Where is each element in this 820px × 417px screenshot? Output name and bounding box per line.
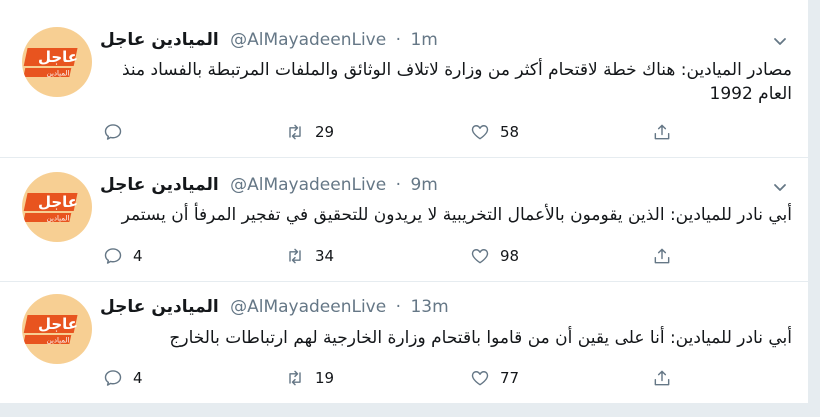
avatar-sub-text: الميادين <box>47 337 70 345</box>
retweet-icon <box>289 370 301 386</box>
retweet-icon <box>289 124 301 140</box>
tweet-card[interactable]: عاجل الميادين الميادين عاجل @AlMayadeenL… <box>0 282 808 403</box>
separator: · <box>395 297 402 317</box>
share-button[interactable] <box>652 244 672 268</box>
reply-count: 4 <box>133 247 143 265</box>
retweet-count: 19 <box>315 369 335 387</box>
reply-button[interactable]: 4 <box>103 244 143 268</box>
mayadeen-logo-icon: عاجل الميادين <box>23 48 78 78</box>
avatar-sub-text: الميادين <box>47 70 70 78</box>
mayadeen-logo-icon: عاجل الميادين <box>23 315 78 345</box>
share-icon <box>654 248 670 264</box>
avatar[interactable]: عاجل الميادين <box>22 294 92 364</box>
timeline: عاجل الميادين الميادين عاجل @AlMayadeenL… <box>0 0 809 403</box>
display-name[interactable]: الميادين عاجل <box>100 175 219 195</box>
heart-icon <box>471 249 489 264</box>
separator: · <box>395 30 402 50</box>
chevron-down-icon[interactable] <box>772 33 788 49</box>
timestamp[interactable]: 1m <box>410 30 437 50</box>
retweet-count: 29 <box>315 123 335 141</box>
tweet-header: الميادين عاجل @AlMayadeenLive · 13m <box>100 295 449 319</box>
retweet-count: 34 <box>315 247 335 265</box>
username[interactable]: @AlMayadeenLive <box>230 175 386 195</box>
display-name[interactable]: الميادين عاجل <box>100 30 219 50</box>
tweet-text: مصادر الميادين: هناك خطة لاقتحام أكثر من… <box>121 60 792 104</box>
separator: · <box>395 175 402 195</box>
retweet-button[interactable]: 34 <box>285 244 334 268</box>
reply-button[interactable] <box>103 120 133 144</box>
timestamp[interactable]: 13m <box>410 297 448 317</box>
like-count: 77 <box>500 369 520 387</box>
chevron-down-icon[interactable] <box>772 179 788 195</box>
share-button[interactable] <box>652 366 672 390</box>
avatar[interactable]: عاجل الميادين <box>22 27 92 97</box>
avatar-logo-text: عاجل <box>38 315 78 333</box>
reply-icon <box>104 124 122 140</box>
share-icon <box>654 124 670 140</box>
mayadeen-logo-icon: عاجل الميادين <box>23 193 78 223</box>
tweet-header: الميادين عاجل @AlMayadeenLive · 1m <box>100 28 438 52</box>
share-icon <box>654 370 670 386</box>
like-button[interactable]: 58 <box>470 120 519 144</box>
display-name[interactable]: الميادين عاجل <box>100 297 219 317</box>
avatar-logo-text: عاجل <box>38 48 78 66</box>
avatar[interactable]: عاجل الميادين <box>22 172 92 242</box>
like-count: 98 <box>500 247 520 265</box>
tweet-card[interactable]: عاجل الميادين الميادين عاجل @AlMayadeenL… <box>0 0 808 158</box>
like-button[interactable]: 77 <box>470 366 519 390</box>
reply-button[interactable]: 4 <box>103 366 143 390</box>
like-count: 58 <box>500 123 520 141</box>
tweet-card[interactable]: عاجل الميادين الميادين عاجل @AlMayadeenL… <box>0 158 808 282</box>
reply-icon <box>104 248 122 264</box>
tweet-text: أبي نادر للميادين: أنا على يقين أن من قا… <box>169 328 792 348</box>
heart-icon <box>471 125 489 140</box>
reply-count: 4 <box>133 369 143 387</box>
username[interactable]: @AlMayadeenLive <box>230 30 386 50</box>
share-button[interactable] <box>652 120 672 144</box>
page-background <box>0 403 820 417</box>
retweet-button[interactable]: 29 <box>285 120 334 144</box>
timestamp[interactable]: 9m <box>410 175 437 195</box>
username[interactable]: @AlMayadeenLive <box>230 297 386 317</box>
retweet-icon <box>289 248 301 264</box>
tweet-header: الميادين عاجل @AlMayadeenLive · 9m <box>100 173 438 197</box>
avatar-sub-text: الميادين <box>47 215 70 223</box>
heart-icon <box>471 371 489 386</box>
avatar-logo-text: عاجل <box>38 193 78 211</box>
reply-icon <box>104 370 122 386</box>
retweet-button[interactable]: 19 <box>285 366 334 390</box>
like-button[interactable]: 98 <box>470 244 519 268</box>
tweet-text: أبي نادر للميادين: الذين يقومون بالأعمال… <box>121 205 792 225</box>
